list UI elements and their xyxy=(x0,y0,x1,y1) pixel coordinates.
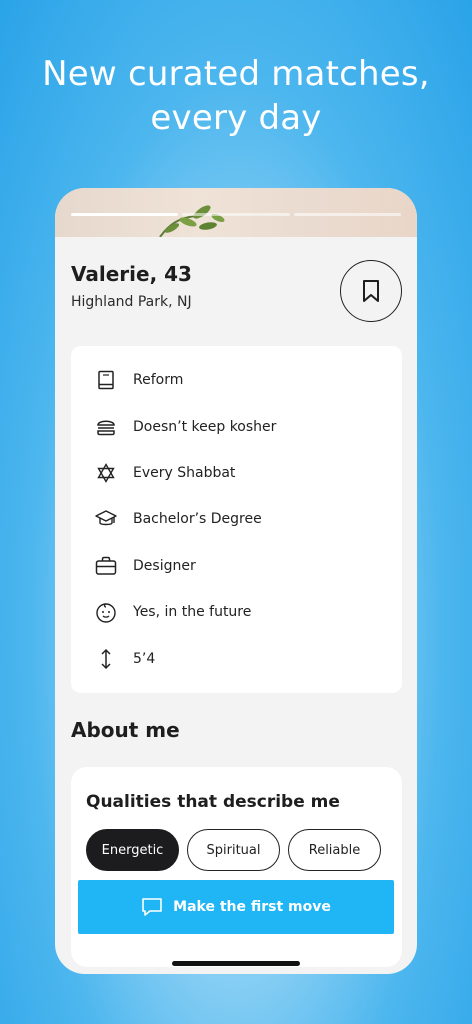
briefcase-icon xyxy=(95,555,117,577)
chat-bubble-icon xyxy=(142,898,162,916)
detail-label: 5’4 xyxy=(133,650,156,667)
profile-details-card: Reform Doesn’t keep kosher Every Shabbat… xyxy=(71,346,402,693)
detail-row-kosher: Doesn’t keep kosher xyxy=(71,403,402,449)
quality-chip-reliable[interactable]: Reliable xyxy=(288,829,381,871)
profile-location: Highland Park, NJ xyxy=(71,294,192,310)
headline-line-1: New curated matches, xyxy=(42,54,430,94)
photo-progress-segment xyxy=(71,213,179,216)
detail-row-height: 5’4 xyxy=(71,635,402,681)
plant-leaves xyxy=(159,205,225,237)
detail-label: Yes, in the future xyxy=(133,604,252,621)
detail-label: Reform xyxy=(133,372,184,389)
detail-label: Every Shabbat xyxy=(133,464,236,481)
detail-row-shabbat: Every Shabbat xyxy=(71,450,402,496)
detail-label: Doesn’t keep kosher xyxy=(133,418,277,435)
quality-chip-energetic[interactable]: Energetic xyxy=(86,829,179,871)
headline-line-2: every day xyxy=(150,98,322,138)
qualities-title: Qualities that describe me xyxy=(86,792,340,812)
detail-row-religion: Reform xyxy=(71,357,402,403)
photo-progress-segment xyxy=(293,213,401,216)
qualities-card: Qualities that describe me Energetic Spi… xyxy=(71,767,402,967)
marketing-headline: New curated matches, every day xyxy=(0,52,472,140)
photo-progress-indicator xyxy=(71,213,401,216)
bookmark-button[interactable] xyxy=(340,260,402,322)
photo-progress-segment xyxy=(182,213,290,216)
detail-label: Bachelor’s Degree xyxy=(133,511,262,528)
burger-icon xyxy=(95,416,117,438)
qualities-chips: Energetic Spiritual Reliable xyxy=(86,829,381,871)
star-of-david-icon xyxy=(95,462,117,484)
graduation-cap-icon xyxy=(95,508,117,530)
make-first-move-button[interactable]: Make the first move xyxy=(78,880,394,934)
baby-face-icon xyxy=(95,601,117,623)
profile-photo[interactable] xyxy=(55,188,417,237)
about-me-heading: About me xyxy=(71,718,180,742)
book-icon xyxy=(95,369,117,391)
detail-row-children: Yes, in the future xyxy=(71,589,402,635)
height-arrow-icon xyxy=(95,648,117,670)
home-indicator xyxy=(172,961,300,966)
profile-name-age: Valerie, 43 xyxy=(71,262,192,286)
make-first-move-label: Make the first move xyxy=(173,899,331,915)
phone-screen: Valerie, 43 Highland Park, NJ Reform Doe… xyxy=(55,188,417,974)
detail-row-education: Bachelor’s Degree xyxy=(71,496,402,542)
quality-chip-spiritual[interactable]: Spiritual xyxy=(187,829,280,871)
detail-row-occupation: Designer xyxy=(71,543,402,589)
detail-label: Designer xyxy=(133,557,196,574)
bookmark-icon xyxy=(363,280,379,302)
